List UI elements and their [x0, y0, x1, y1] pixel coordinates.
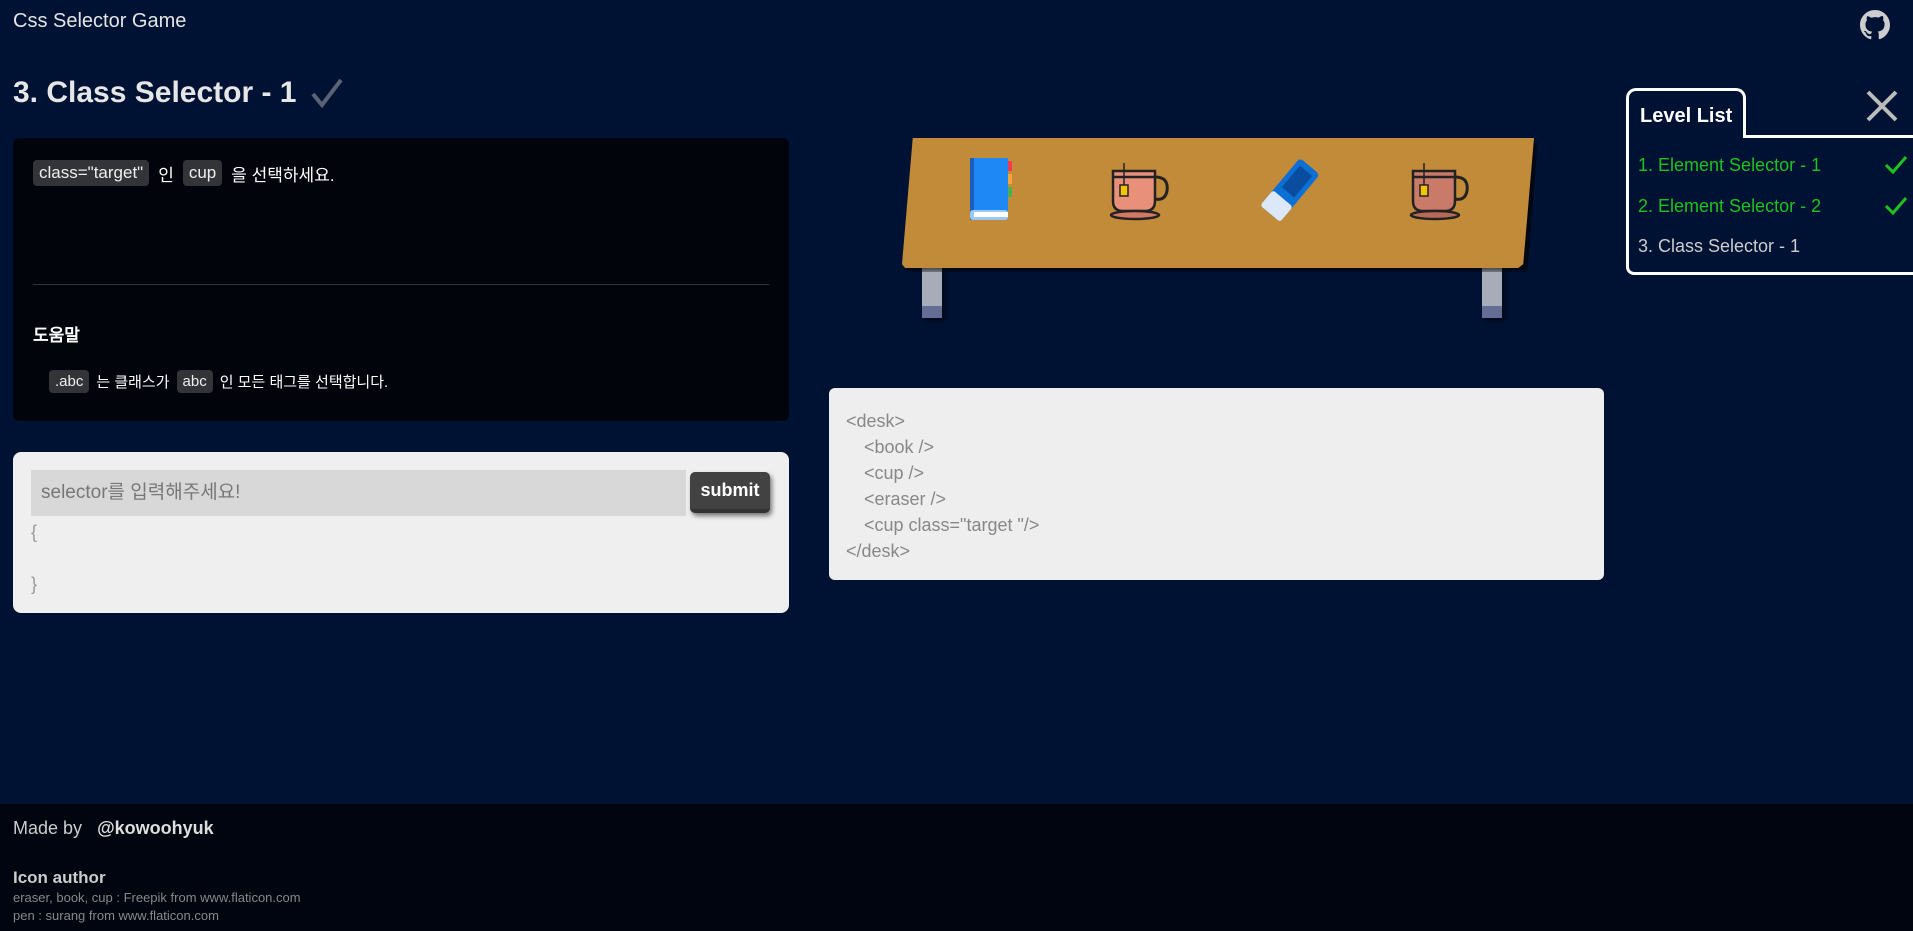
- instruction-panel: class="target" 인 cup 을 선택하세요. 도움말 .abc 는…: [13, 138, 789, 421]
- check-icon: [1884, 156, 1908, 175]
- code-line: <book />: [864, 437, 935, 457]
- html-viewer: <desk> <book /> <cup /> <eraser /> <cup …: [829, 388, 1604, 580]
- code-chip: class="target": [33, 160, 150, 186]
- icon-author-title: Icon author: [13, 868, 106, 887]
- code-line: <eraser />: [864, 489, 947, 509]
- task-word: 을 선택하세요.: [231, 165, 335, 185]
- credit-source[interactable]: from www.flaticon.com: [167, 890, 301, 905]
- made-by: Made by @kowoohyuk: [13, 818, 214, 839]
- icon-credit-2: pen : surang from www.flaticon.com: [13, 908, 219, 923]
- hint-word: 인 모든 태그를 선택합니다.: [219, 374, 389, 391]
- close-icon[interactable]: [1866, 90, 1898, 122]
- hint-word: 는 클래스가: [96, 374, 170, 391]
- desk-leg: [1482, 268, 1502, 318]
- submit-button[interactable]: submit: [690, 472, 770, 513]
- level-title-text: 3. Class Selector - 1: [13, 76, 297, 109]
- close-brace: }: [31, 574, 38, 594]
- level-item-label: 2. Element Selector - 2: [1638, 196, 1822, 216]
- code-chip: cup: [182, 160, 223, 186]
- app-title: Css Selector Game: [13, 10, 187, 32]
- level-item-label: 1. Element Selector - 1: [1638, 155, 1822, 175]
- level-item-label: 3. Class Selector - 1: [1638, 236, 1801, 256]
- book-icon[interactable]: [956, 155, 1026, 225]
- credit-items: eraser, book, cup :: [13, 890, 124, 905]
- level-item-2[interactable]: 2. Element Selector - 2: [1638, 196, 1908, 217]
- eraser-icon[interactable]: [1255, 155, 1325, 225]
- check-icon: [1884, 197, 1908, 216]
- credit-source[interactable]: from www.flaticon.com: [85, 908, 219, 923]
- check-icon: [311, 78, 344, 108]
- help-title: 도움말: [33, 326, 80, 345]
- selector-input[interactable]: [31, 470, 686, 516]
- credit-author[interactable]: surang: [46, 908, 86, 923]
- divider: [33, 284, 769, 285]
- code-line: <cup />: [864, 463, 925, 483]
- code-chip: .abc: [49, 370, 90, 393]
- code-line: </desk>: [846, 541, 911, 561]
- desk-leg: [922, 268, 942, 318]
- made-by-label: Made by: [13, 818, 83, 838]
- level-item-1[interactable]: 1. Element Selector - 1: [1638, 155, 1908, 176]
- code-line: <cup class="target "/>: [864, 515, 1040, 535]
- level-list-title: Level List: [1626, 88, 1746, 138]
- footer: Made by @kowoohyuk Icon author eraser, b…: [0, 804, 1913, 931]
- task-word: 인: [158, 165, 174, 185]
- level-item-3[interactable]: 3. Class Selector - 1: [1638, 236, 1908, 257]
- task-text: class="target" 인 cup 을 선택하세요.: [33, 160, 335, 186]
- credit-author[interactable]: Freepik: [124, 890, 167, 905]
- code-line: <desk>: [846, 411, 906, 431]
- code-chip: abc: [176, 370, 213, 393]
- icon-credit-1: eraser, book, cup : Freepik from www.fla…: [13, 890, 301, 905]
- open-brace: {: [31, 522, 38, 542]
- author-link[interactable]: @kowoohyuk: [97, 818, 214, 838]
- cup-icon[interactable]: [1405, 155, 1475, 225]
- level-title: 3. Class Selector - 1: [13, 76, 344, 110]
- credit-items: pen :: [13, 908, 46, 923]
- hint-text: .abc 는 클래스가 abc 인 모든 태그를 선택합니다.: [49, 370, 388, 393]
- cup-icon[interactable]: [1105, 155, 1175, 225]
- github-icon[interactable]: [1860, 10, 1890, 40]
- selector-editor: submit { }: [13, 452, 789, 613]
